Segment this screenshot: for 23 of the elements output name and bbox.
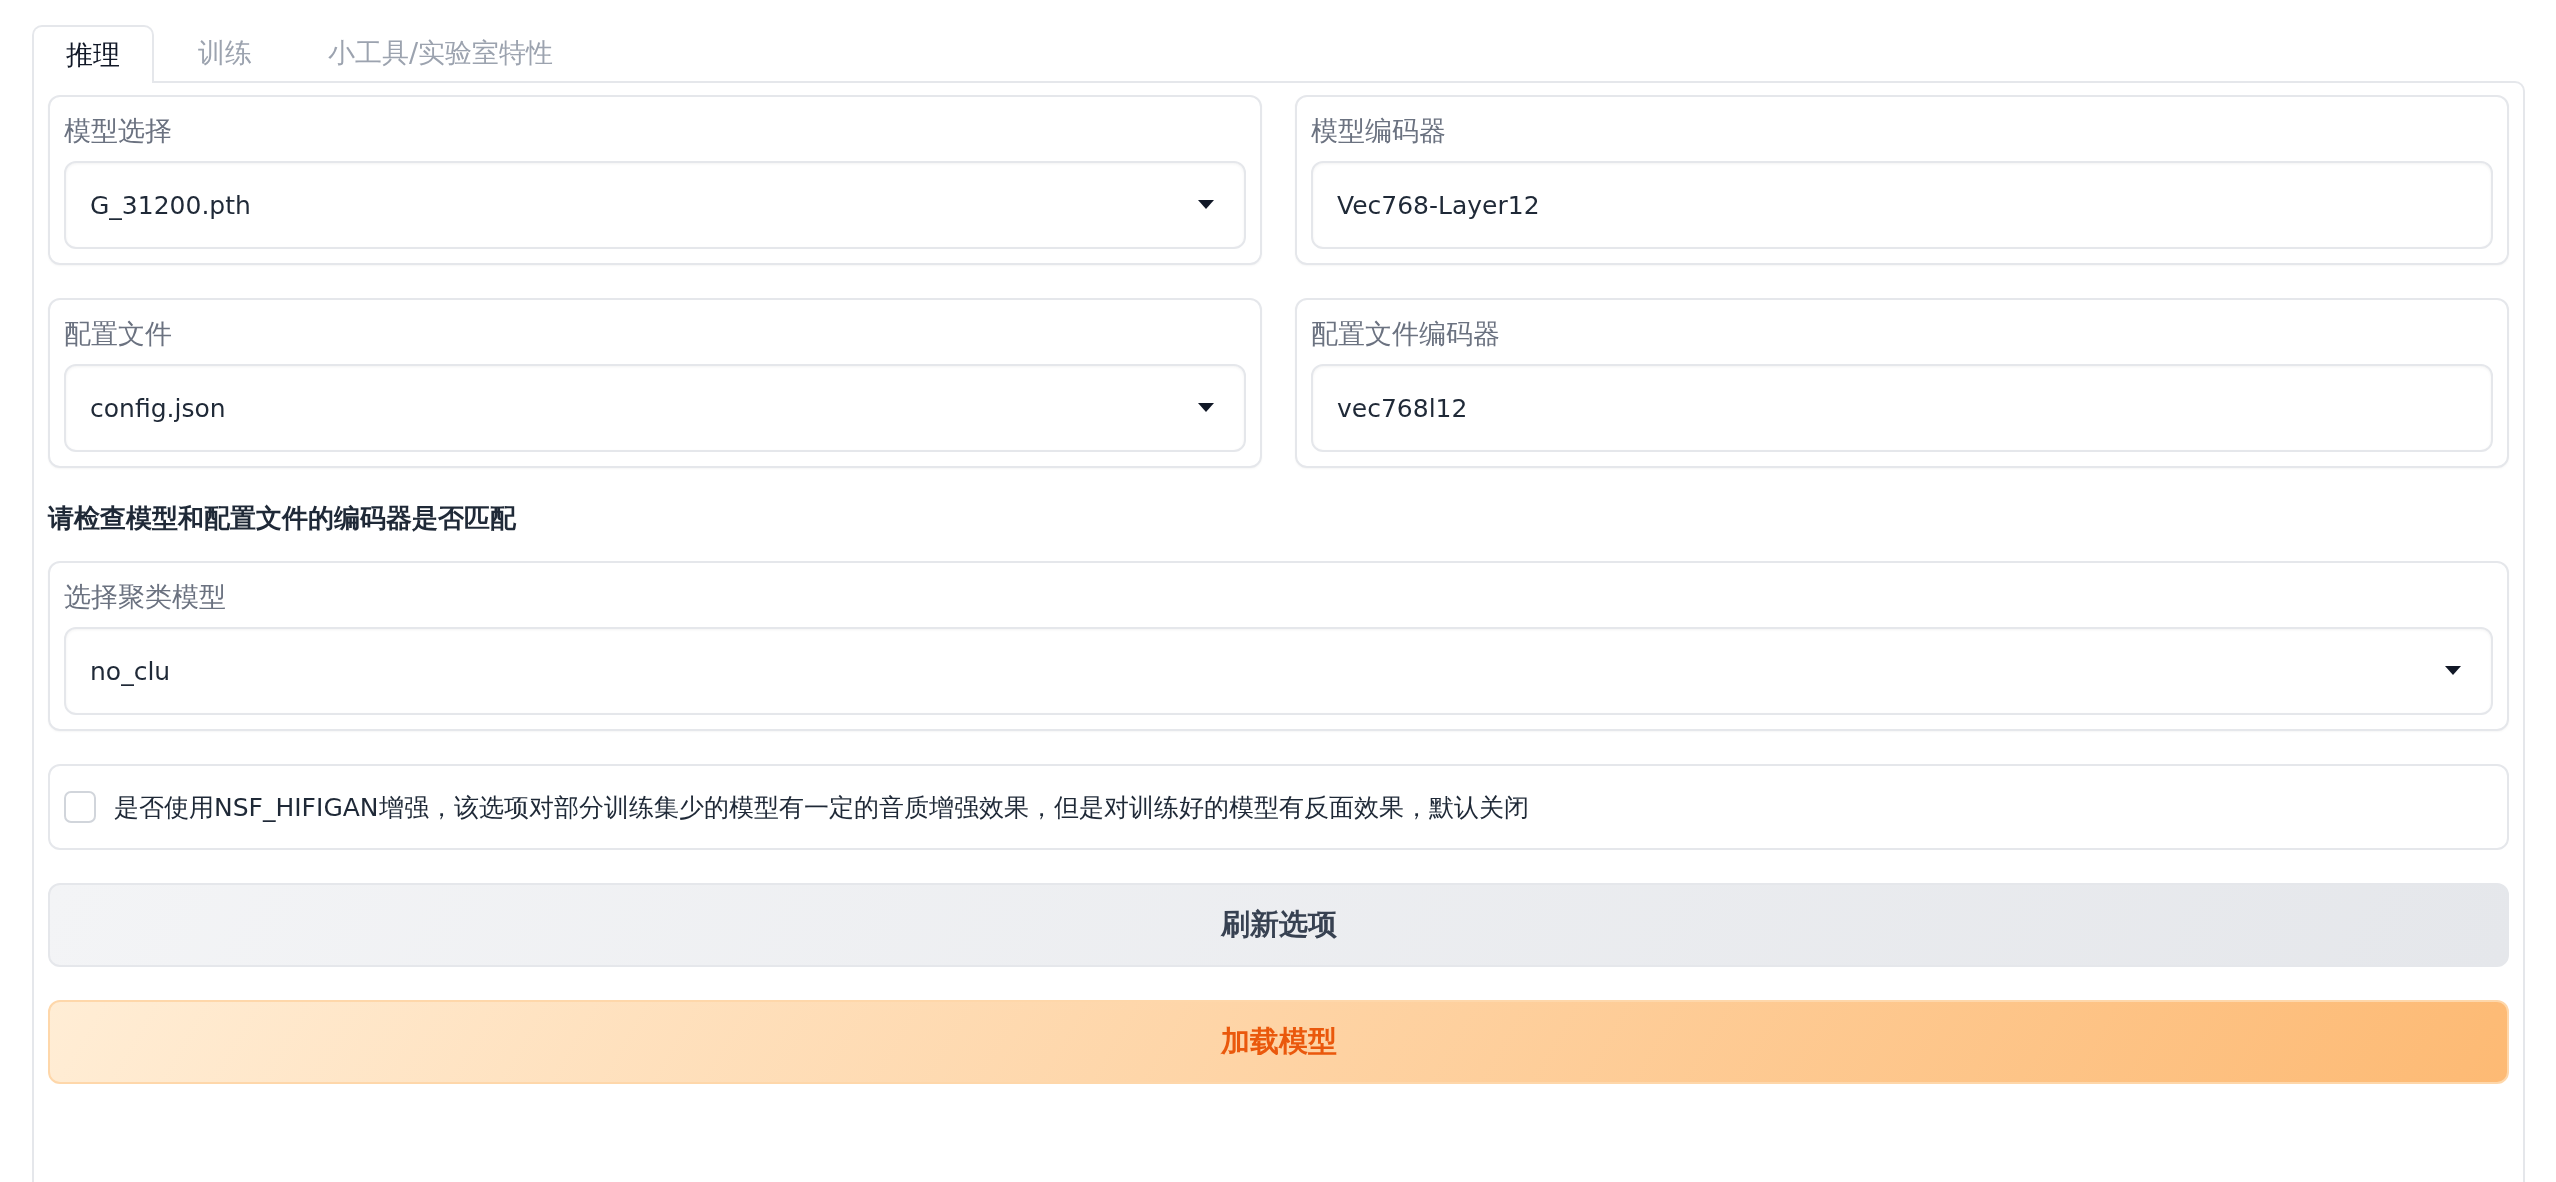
field-label: 选择聚类模型 <box>64 580 226 614</box>
tab[interactable]: 推理 <box>32 25 154 83</box>
field-value: config.json <box>90 393 227 423</box>
field-value: Vec768-Layer12 <box>1337 190 1541 220</box>
checkbox[interactable] <box>64 791 96 823</box>
caret-icon <box>2445 666 2461 676</box>
dropdown[interactable]: G_31200.pth <box>64 161 1246 249</box>
action-button[interactable]: 刷新选项 <box>48 883 2509 967</box>
notice-text: 请检查模型和配置文件的编码器是否匹配 <box>48 503 516 533</box>
caret-icon <box>1198 200 1214 210</box>
text-field[interactable]: vec768l12 <box>1311 364 2493 452</box>
field-value: G_31200.pth <box>90 190 252 220</box>
field-label: 配置文件编码器 <box>1311 317 1500 351</box>
dropdown[interactable]: config.json <box>64 364 1246 452</box>
field-label: 配置文件 <box>64 317 172 351</box>
text-field[interactable]: Vec768-Layer12 <box>1311 161 2493 249</box>
field-value: vec768l12 <box>1337 393 1469 423</box>
caret-icon <box>1198 403 1214 413</box>
field-label: 模型编码器 <box>1311 114 1446 148</box>
dropdown[interactable]: no_clu <box>64 627 2493 715</box>
field-label: 模型选择 <box>64 114 172 148</box>
checkbox-label: 是否使用NSF_HIFIGAN增强，该选项对部分训练集少的模型有一定的音质增强效果，但是对训练好的模型有反面效果，默认关闭 <box>114 791 1529 824</box>
field-value: no_clu <box>90 656 172 686</box>
